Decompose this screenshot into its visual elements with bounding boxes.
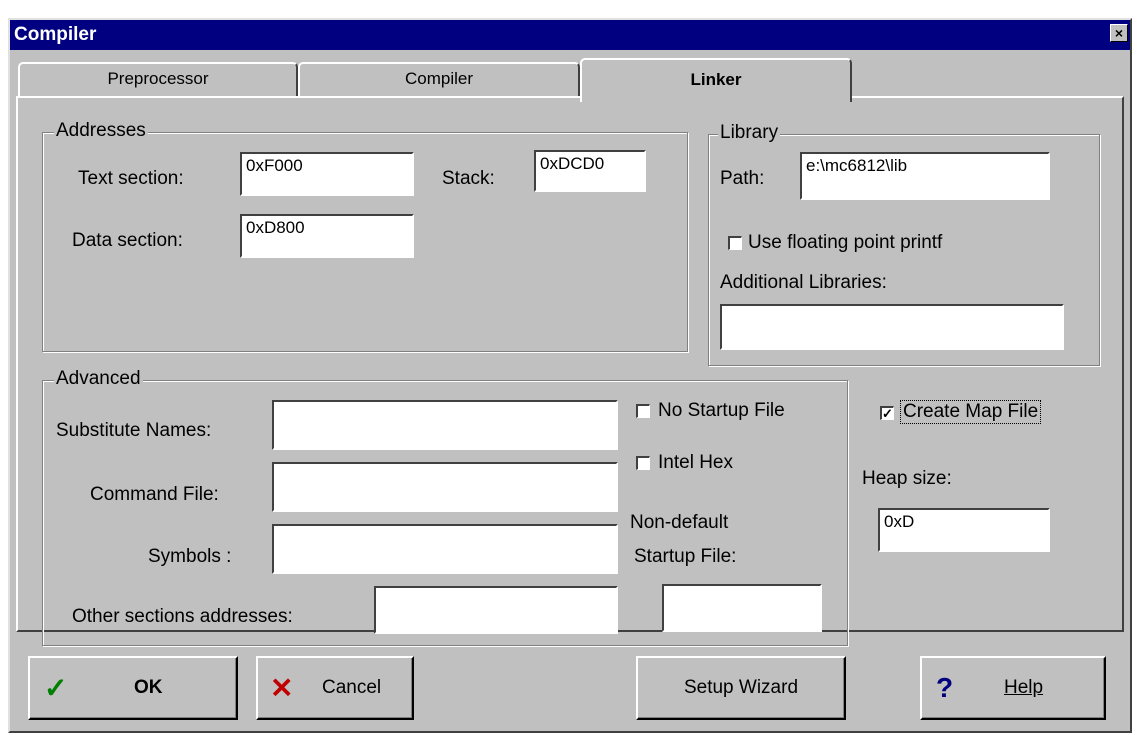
intel-hex-label[interactable]: Intel Hex bbox=[658, 452, 733, 474]
other-sections-input[interactable] bbox=[374, 586, 618, 634]
additional-libraries-input[interactable] bbox=[720, 304, 1064, 350]
float-printf-checkbox[interactable] bbox=[728, 236, 742, 250]
ok-button[interactable]: ✓ OK bbox=[28, 656, 238, 720]
heap-size-input[interactable]: 0xD bbox=[878, 508, 1050, 552]
nondefault-label-1: Non-default bbox=[630, 512, 729, 533]
text-section-label: Text section: bbox=[78, 168, 184, 189]
float-printf-label[interactable]: Use floating point printf bbox=[748, 232, 942, 254]
window-title: Compiler bbox=[14, 24, 97, 45]
intel-hex-checkbox[interactable] bbox=[636, 456, 650, 470]
stack-label: Stack: bbox=[442, 168, 495, 189]
data-section-label: Data section: bbox=[72, 230, 183, 251]
no-startup-checkbox[interactable] bbox=[636, 404, 650, 418]
substitute-names-label: Substitute Names: bbox=[56, 420, 212, 441]
cancel-button[interactable]: ✕ Cancel bbox=[256, 656, 414, 720]
close-button[interactable]: × bbox=[1110, 24, 1128, 42]
addresses-legend: Addresses bbox=[54, 120, 148, 142]
create-map-checkbox[interactable]: ✓ bbox=[880, 406, 894, 420]
additional-libraries-label: Additional Libraries: bbox=[720, 272, 887, 293]
command-file-input[interactable] bbox=[272, 462, 618, 512]
library-path-input[interactable]: e:\mc6812\lib bbox=[800, 152, 1050, 200]
setup-wizard-button[interactable]: Setup Wizard bbox=[636, 656, 846, 720]
question-icon: ? bbox=[936, 672, 954, 703]
command-file-label: Command File: bbox=[90, 484, 219, 505]
cancel-label: Cancel bbox=[322, 677, 382, 698]
help-label: Help bbox=[1004, 677, 1044, 698]
nondefault-label-2: Startup File: bbox=[634, 546, 737, 567]
tab-compiler[interactable]: Compiler bbox=[298, 62, 580, 96]
other-sections-label: Other sections addresses: bbox=[72, 606, 293, 627]
symbols-label: Symbols : bbox=[148, 546, 232, 567]
help-button[interactable]: ? Help bbox=[920, 656, 1106, 720]
create-map-label[interactable]: Create Map File bbox=[900, 400, 1042, 424]
tab-linker[interactable]: Linker bbox=[580, 58, 852, 102]
advanced-legend: Advanced bbox=[54, 368, 143, 390]
ok-label: OK bbox=[134, 677, 163, 698]
data-section-input[interactable]: 0xD800 bbox=[240, 214, 414, 258]
x-icon: ✕ bbox=[270, 672, 294, 704]
library-legend: Library bbox=[718, 122, 781, 144]
nondefault-startup-input[interactable] bbox=[662, 584, 822, 632]
heap-size-label: Heap size: bbox=[862, 468, 952, 489]
setup-wizard-label: Setup Wizard bbox=[683, 677, 799, 698]
text-section-input[interactable]: 0xF000 bbox=[240, 152, 414, 196]
substitute-names-input[interactable] bbox=[272, 400, 618, 450]
tab-preprocessor[interactable]: Preprocessor bbox=[18, 62, 298, 96]
path-label: Path: bbox=[720, 168, 765, 189]
symbols-input[interactable] bbox=[272, 524, 618, 574]
title-bar[interactable] bbox=[10, 20, 1130, 50]
stack-input[interactable]: 0xDCD0 bbox=[534, 150, 646, 192]
no-startup-label[interactable]: No Startup File bbox=[658, 400, 785, 422]
checkmark-icon: ✓ bbox=[44, 672, 68, 704]
